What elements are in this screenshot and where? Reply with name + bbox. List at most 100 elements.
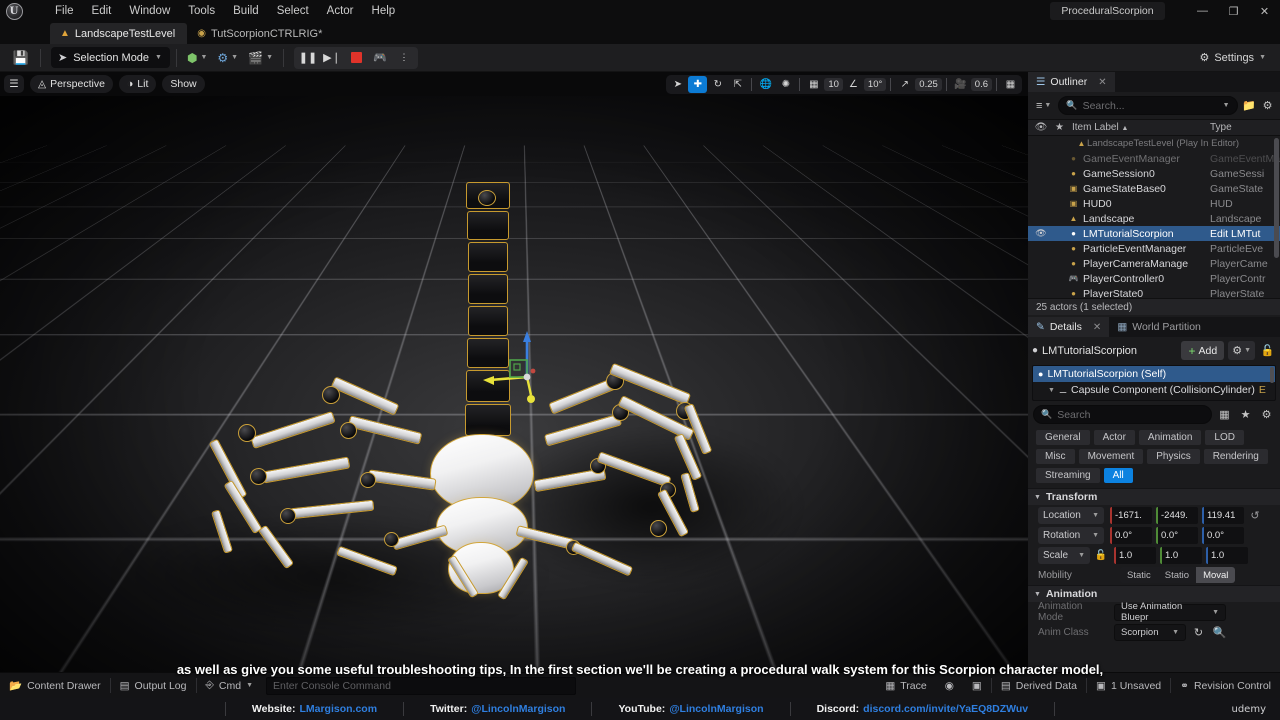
browse-asset-icon[interactable]: ↻: [1190, 624, 1207, 641]
close-icon[interactable]: ✕: [1093, 322, 1101, 333]
component-row-self[interactable]: ● LMTutorialScorpion (Self): [1033, 366, 1275, 382]
category-lod[interactable]: LOD: [1205, 430, 1244, 445]
minimize-button[interactable]: —: [1187, 0, 1218, 22]
rotation-y-input[interactable]: 0.0°: [1156, 527, 1198, 544]
location-dropdown[interactable]: Location ▼: [1038, 507, 1104, 524]
add-actor-button[interactable]: ⬢ ▼: [183, 47, 211, 69]
grid-snap-value[interactable]: 10: [824, 78, 843, 91]
category-animation[interactable]: Animation: [1139, 430, 1201, 445]
grid-snap-icon[interactable]: ▦: [804, 76, 823, 93]
close-button[interactable]: ✕: [1249, 0, 1280, 22]
scale-lock-icon[interactable]: 🔓: [1094, 550, 1108, 561]
camera-mode-dropdown[interactable]: ◬ Perspective: [30, 75, 113, 93]
outliner-scrollbar[interactable]: [1274, 138, 1279, 258]
camera-speed-value[interactable]: 0.6: [971, 78, 992, 91]
select-arrow-icon[interactable]: ➤: [668, 76, 687, 93]
list-item[interactable]: ●GameEventManager GameEventManager: [1028, 151, 1280, 166]
details-search-input[interactable]: [1057, 409, 1204, 421]
rotation-dropdown[interactable]: Rotation ▼: [1038, 527, 1104, 544]
list-item[interactable]: ● PlayerCameraManage PlayerCame: [1028, 256, 1280, 271]
component-row-capsule[interactable]: ▼ ⚊ Capsule Component (CollisionCylinder…: [1033, 382, 1275, 398]
menu-item-window[interactable]: Window: [120, 0, 179, 22]
location-z-input[interactable]: 119.41: [1202, 507, 1244, 524]
category-physics[interactable]: Physics: [1147, 449, 1199, 464]
category-misc[interactable]: Misc: [1036, 449, 1075, 464]
mobility-stationary[interactable]: Statio: [1158, 567, 1196, 583]
item-label-column[interactable]: Item Label ▲: [1068, 122, 1210, 133]
gear-icon[interactable]: ⚙: [1260, 97, 1275, 114]
section-animation[interactable]: ▼ Animation: [1028, 585, 1280, 602]
rotate-gizmo-icon[interactable]: ↻: [708, 76, 727, 93]
mobility-movable[interactable]: Moval: [1196, 567, 1235, 583]
menu-item-tools[interactable]: Tools: [179, 0, 224, 22]
category-movement[interactable]: Movement: [1079, 449, 1144, 464]
list-item[interactable]: ▣ GameStateBase0 GameState: [1028, 181, 1280, 196]
anim-class-dropdown[interactable]: Scorpion ▼: [1114, 624, 1186, 641]
search-input[interactable]: [1083, 100, 1218, 112]
eject-possess-icon[interactable]: 🎮: [369, 48, 391, 68]
menu-item-actor[interactable]: Actor: [318, 0, 363, 22]
component-tree[interactable]: ● LMTutorialScorpion (Self) ▼ ⚊ Capsule …: [1032, 365, 1276, 401]
new-folder-icon[interactable]: 📁: [1242, 97, 1257, 114]
tab-world-partition[interactable]: ▦ World Partition: [1109, 317, 1209, 337]
chevron-down-icon[interactable]: ▼: [1048, 387, 1055, 394]
scale-snap-icon[interactable]: ↗: [895, 76, 914, 93]
animation-mode-dropdown[interactable]: Use Animation Bluepr ▼: [1114, 604, 1226, 621]
menu-item-select[interactable]: Select: [268, 0, 318, 22]
tab-landscape-test-level[interactable]: ▲ LandscapeTestLevel: [50, 23, 187, 44]
list-item-lmtutorialscorpion[interactable]: 👁 ● LMTutorialScorpion Edit LMTut: [1028, 226, 1280, 241]
selection-mode-dropdown[interactable]: ➤ Selection Mode ▼: [51, 47, 170, 68]
world-coordinate-icon[interactable]: 🌐: [756, 76, 775, 93]
promo-discord[interactable]: Discord: discord.com/invite/YaEQ8DZWuv: [791, 703, 1055, 715]
stop-icon[interactable]: [345, 48, 367, 68]
angle-snap-icon[interactable]: ∠: [844, 76, 863, 93]
outliner-search-box[interactable]: 🔍 ▼: [1058, 96, 1237, 115]
transform-gizmo[interactable]: [0, 72, 1028, 672]
details-search-box[interactable]: 🔍: [1033, 405, 1212, 424]
scale-z-input[interactable]: 1.0: [1206, 547, 1248, 564]
reset-location-icon[interactable]: ↺: [1248, 509, 1262, 522]
category-streaming[interactable]: Streaming: [1036, 468, 1100, 483]
scale-snap-value[interactable]: 0.25: [915, 78, 942, 91]
cinematics-button[interactable]: 🎬 ▼: [244, 47, 277, 69]
outliner-tree[interactable]: ▲ LandscapeTestLevel (Play In Editor) ● G…: [1028, 136, 1280, 298]
promo-youtube[interactable]: YouTube: @LincolnMargison: [592, 703, 789, 715]
blueprint-dropdown-icon[interactable]: ⚙ ▼: [1228, 341, 1255, 360]
category-actor[interactable]: Actor: [1094, 430, 1135, 445]
mobility-static[interactable]: Static: [1120, 567, 1158, 583]
more-options-icon[interactable]: ⋮: [393, 48, 415, 68]
frame-step-icon[interactable]: ▶❘: [321, 48, 343, 68]
surface-snap-icon[interactable]: ✺: [776, 76, 795, 93]
list-item[interactable]: ▲ Landscape Landscape: [1028, 211, 1280, 226]
menu-item-help[interactable]: Help: [363, 0, 405, 22]
show-flags-dropdown[interactable]: Show: [162, 75, 204, 93]
star-icon[interactable]: ★: [1237, 406, 1254, 423]
location-y-input[interactable]: -2449.: [1156, 507, 1198, 524]
tab-details[interactable]: ✎ Details ✕: [1028, 317, 1109, 337]
view-mode-dropdown[interactable]: ◑ Lit: [119, 75, 156, 93]
pause-icon[interactable]: ❚❚: [297, 48, 319, 68]
component-tree-scrollbar[interactable]: [1270, 367, 1274, 383]
unreal-logo-icon[interactable]: U: [0, 0, 28, 22]
promo-website[interactable]: Website: LMargison.com: [226, 703, 403, 715]
console-command-input[interactable]: Enter Console Command: [266, 677, 576, 695]
viewport-layout-icon[interactable]: ▦: [1001, 76, 1020, 93]
gear-icon[interactable]: ⚙: [1258, 406, 1275, 423]
filter-icon[interactable]: ≡ ▼: [1033, 98, 1054, 114]
maximize-button[interactable]: ❐: [1218, 0, 1249, 22]
close-icon[interactable]: ✕: [1098, 77, 1106, 88]
category-all[interactable]: All: [1104, 468, 1133, 483]
settings-button[interactable]: ⚙ Settings ▼: [1193, 49, 1272, 66]
scale-y-input[interactable]: 1.0: [1160, 547, 1202, 564]
add-component-button[interactable]: + Add: [1181, 341, 1224, 360]
viewport-menu-icon[interactable]: ☰: [4, 75, 24, 93]
category-rendering[interactable]: Rendering: [1204, 449, 1268, 464]
rotation-z-input[interactable]: 0.0°: [1202, 527, 1244, 544]
section-transform[interactable]: ▼ Transform: [1028, 488, 1280, 505]
scale-x-input[interactable]: 1.0: [1114, 547, 1156, 564]
type-column[interactable]: Type: [1210, 122, 1280, 133]
find-in-content-icon[interactable]: 🔍: [1211, 624, 1228, 641]
camera-speed-icon[interactable]: 🎥: [951, 76, 970, 93]
rotation-x-input[interactable]: 0.0°: [1110, 527, 1152, 544]
blueprints-button[interactable]: ⚙ ▼: [213, 47, 242, 69]
